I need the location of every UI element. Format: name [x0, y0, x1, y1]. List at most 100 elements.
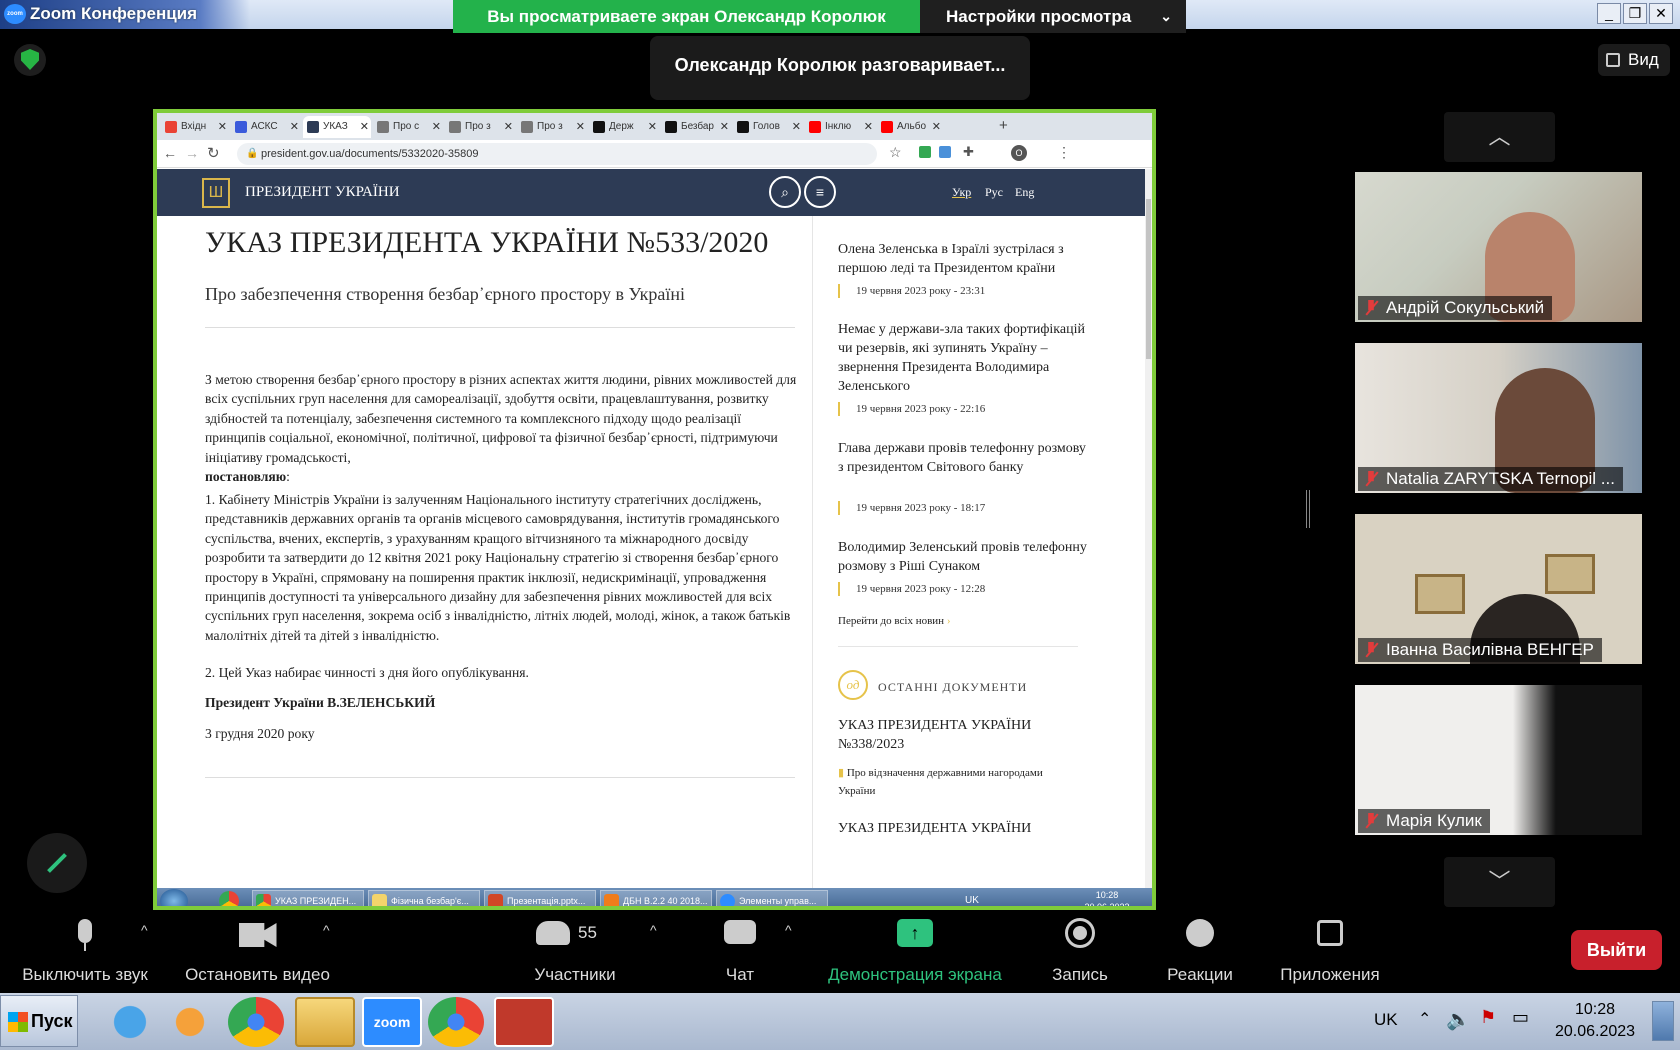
volume-icon[interactable]: 🔈 — [1446, 1007, 1471, 1032]
tab-close-icon[interactable]: ✕ — [864, 116, 873, 138]
reload-icon[interactable]: ↻ — [207, 144, 220, 162]
close-icon[interactable]: ✕ — [1649, 3, 1673, 24]
tab-close-icon[interactable]: ✕ — [932, 116, 941, 138]
tab-close-icon[interactable]: ✕ — [432, 116, 441, 138]
record-button[interactable]: Запись — [1040, 915, 1120, 985]
remote-task-item[interactable]: Фізична безбар'є... — [368, 890, 480, 906]
system-clock[interactable]: 10:28 20.06.2023 — [1545, 999, 1645, 1043]
minimize-icon[interactable]: _ — [1597, 3, 1621, 24]
browser-tab[interactable]: Безбар ✕ — [661, 116, 731, 138]
language-indicator[interactable]: UK — [1374, 1010, 1398, 1030]
remote-task-item[interactable]: Элементы управ... — [716, 890, 828, 906]
tab-close-icon[interactable]: ✕ — [504, 116, 513, 138]
tab-close-icon[interactable]: ✕ — [648, 116, 657, 138]
start-button[interactable]: Пуск — [0, 995, 78, 1047]
news-item-title[interactable]: Володимир Зеленський провів телефонну ро… — [838, 538, 1088, 576]
browser-tab[interactable]: Про з ✕ — [517, 116, 587, 138]
internet-explorer-icon[interactable] — [100, 997, 160, 1047]
participants-button[interactable]: 55 Участники — [525, 915, 625, 985]
tab-close-icon[interactable]: ✕ — [290, 116, 299, 138]
leave-button[interactable]: Выйти — [1571, 930, 1662, 970]
tab-close-icon[interactable]: ✕ — [792, 116, 801, 138]
tray-expand-icon[interactable]: ⌃ — [1418, 1009, 1431, 1029]
zoom-taskbar-icon[interactable]: zoom — [362, 997, 422, 1047]
remote-language-indicator[interactable]: UK — [965, 895, 979, 906]
show-desktop-button[interactable] — [1652, 1001, 1674, 1041]
participant-tile[interactable]: Natalia ZARYTSKA Ternopil ... — [1355, 343, 1642, 493]
chat-button[interactable]: Чат — [700, 915, 780, 985]
media-player-icon[interactable] — [160, 997, 220, 1047]
action-center-flag-icon[interactable]: ⚑ — [1480, 1007, 1496, 1028]
gallery-scroll-up-button[interactable]: ︿ — [1444, 112, 1555, 162]
browser-tab[interactable]: Вхідн ✕ — [161, 116, 229, 138]
site-name[interactable]: ПРЕЗИДЕНТ УКРАЇНИ — [245, 184, 400, 201]
remote-task-item[interactable]: ДБН В.2.2 40 2018... — [600, 890, 712, 906]
lang-eng[interactable]: Eng — [1015, 185, 1034, 200]
reactions-button[interactable]: Реакции — [1160, 915, 1240, 985]
annotate-pencil-icon[interactable] — [27, 833, 87, 893]
participants-options-caret-icon[interactable]: ^ — [650, 922, 657, 938]
browser-tab[interactable]: Про с ✕ — [373, 116, 443, 138]
pdf-reader-icon[interactable] — [494, 997, 554, 1047]
remote-task-item[interactable]: УКАЗ ПРЕЗИДЕН... — [252, 890, 364, 906]
tab-close-icon[interactable]: ✕ — [360, 116, 369, 138]
bookmark-star-icon[interactable]: ☆ — [889, 144, 902, 161]
profile-avatar[interactable]: O — [1011, 145, 1027, 161]
participant-tile[interactable]: Іванна Василівна ВЕНГЕР — [1355, 514, 1642, 664]
chrome-icon[interactable] — [228, 997, 284, 1047]
audio-options-caret-icon[interactable]: ^ — [141, 922, 148, 938]
tab-close-icon[interactable]: ✕ — [218, 116, 227, 138]
puzzle-icon[interactable]: ✚ — [963, 144, 974, 160]
remote-start-orb-icon[interactable] — [160, 889, 188, 906]
document-title[interactable]: УКАЗ ПРЕЗИДЕНТА УКРАЇНИ — [838, 819, 1088, 838]
decree-intro: З метою створення безбар᾿єрного простору… — [205, 372, 797, 485]
share-screen-button[interactable]: ↑ Демонстрация экрана — [815, 915, 1015, 985]
forward-icon[interactable]: → — [185, 145, 199, 161]
maximize-icon[interactable]: ❐ — [1623, 3, 1647, 24]
search-icon[interactable]: ⌕ — [769, 176, 801, 208]
remote-date: 20.06.2023 — [1084, 902, 1130, 910]
menu-icon[interactable]: ≡ — [804, 176, 836, 208]
browser-tab[interactable]: Інклю ✕ — [805, 116, 875, 138]
news-item-title[interactable]: Немає у держави-зла таких фортифікацій ч… — [838, 320, 1088, 396]
tab-close-icon[interactable]: ✕ — [720, 116, 729, 138]
view-button[interactable]: Вид — [1598, 44, 1670, 76]
url-field[interactable]: 🔒 president.gov.ua/documents/5332020-358… — [237, 143, 877, 165]
back-icon[interactable]: ← — [163, 145, 177, 161]
view-options-dropdown[interactable]: Настройки просмотра ⌄ — [920, 0, 1186, 33]
all-news-link[interactable]: Перейти до всіх новин › — [838, 615, 950, 627]
record-icon — [1065, 915, 1095, 955]
participant-tile[interactable]: Андрій Сокульський — [1355, 172, 1642, 322]
panel-resize-handle[interactable] — [1306, 490, 1310, 528]
extension-icon[interactable] — [939, 146, 951, 158]
news-item-title[interactable]: Глава держави провів телефонну розмову з… — [838, 439, 1088, 477]
tab-close-icon[interactable]: ✕ — [576, 116, 585, 138]
chrome-icon[interactable] — [428, 997, 484, 1047]
browser-tab[interactable]: УКАЗ ✕ — [303, 116, 371, 138]
gallery-scroll-down-button[interactable]: ﹀ — [1444, 857, 1555, 907]
extension-icon[interactable] — [919, 146, 931, 158]
document-title[interactable]: УКАЗ ПРЕЗИДЕНТА УКРАЇНИ №338/2023 — [838, 716, 1088, 754]
page-scrollbar[interactable] — [1145, 169, 1152, 889]
network-icon[interactable]: ▭ — [1512, 1007, 1529, 1028]
participant-tile[interactable]: Марія Кулик — [1355, 685, 1642, 835]
stop-video-button[interactable]: Остановить видео — [175, 915, 340, 985]
chat-options-caret-icon[interactable]: ^ — [785, 922, 792, 938]
lang-ukr[interactable]: Укр — [952, 185, 971, 200]
browser-tab[interactable]: Голов ✕ — [733, 116, 803, 138]
mute-button[interactable]: Выключить звук — [10, 915, 160, 985]
remote-task-item[interactable]: Презентація.pptx... — [484, 890, 596, 906]
lang-rus[interactable]: Рус — [985, 185, 1003, 200]
file-explorer-icon[interactable] — [295, 997, 355, 1047]
video-options-caret-icon[interactable]: ^ — [323, 922, 330, 938]
browser-tab[interactable]: АСКС ✕ — [231, 116, 301, 138]
news-item-title[interactable]: Олена Зеленська в Ізраїлі зустрілася з п… — [838, 240, 1088, 278]
browser-tab[interactable]: Альбо ✕ — [877, 116, 943, 138]
browser-tab[interactable]: Держ ✕ — [589, 116, 659, 138]
security-shield-icon[interactable] — [14, 44, 46, 76]
browser-tab[interactable]: Про з ✕ — [445, 116, 515, 138]
remote-chrome-icon[interactable] — [219, 891, 239, 906]
new-tab-icon[interactable]: + — [999, 117, 1008, 134]
browser-menu-icon[interactable]: ⋮ — [1057, 144, 1071, 161]
apps-button[interactable]: Приложения — [1270, 915, 1390, 985]
